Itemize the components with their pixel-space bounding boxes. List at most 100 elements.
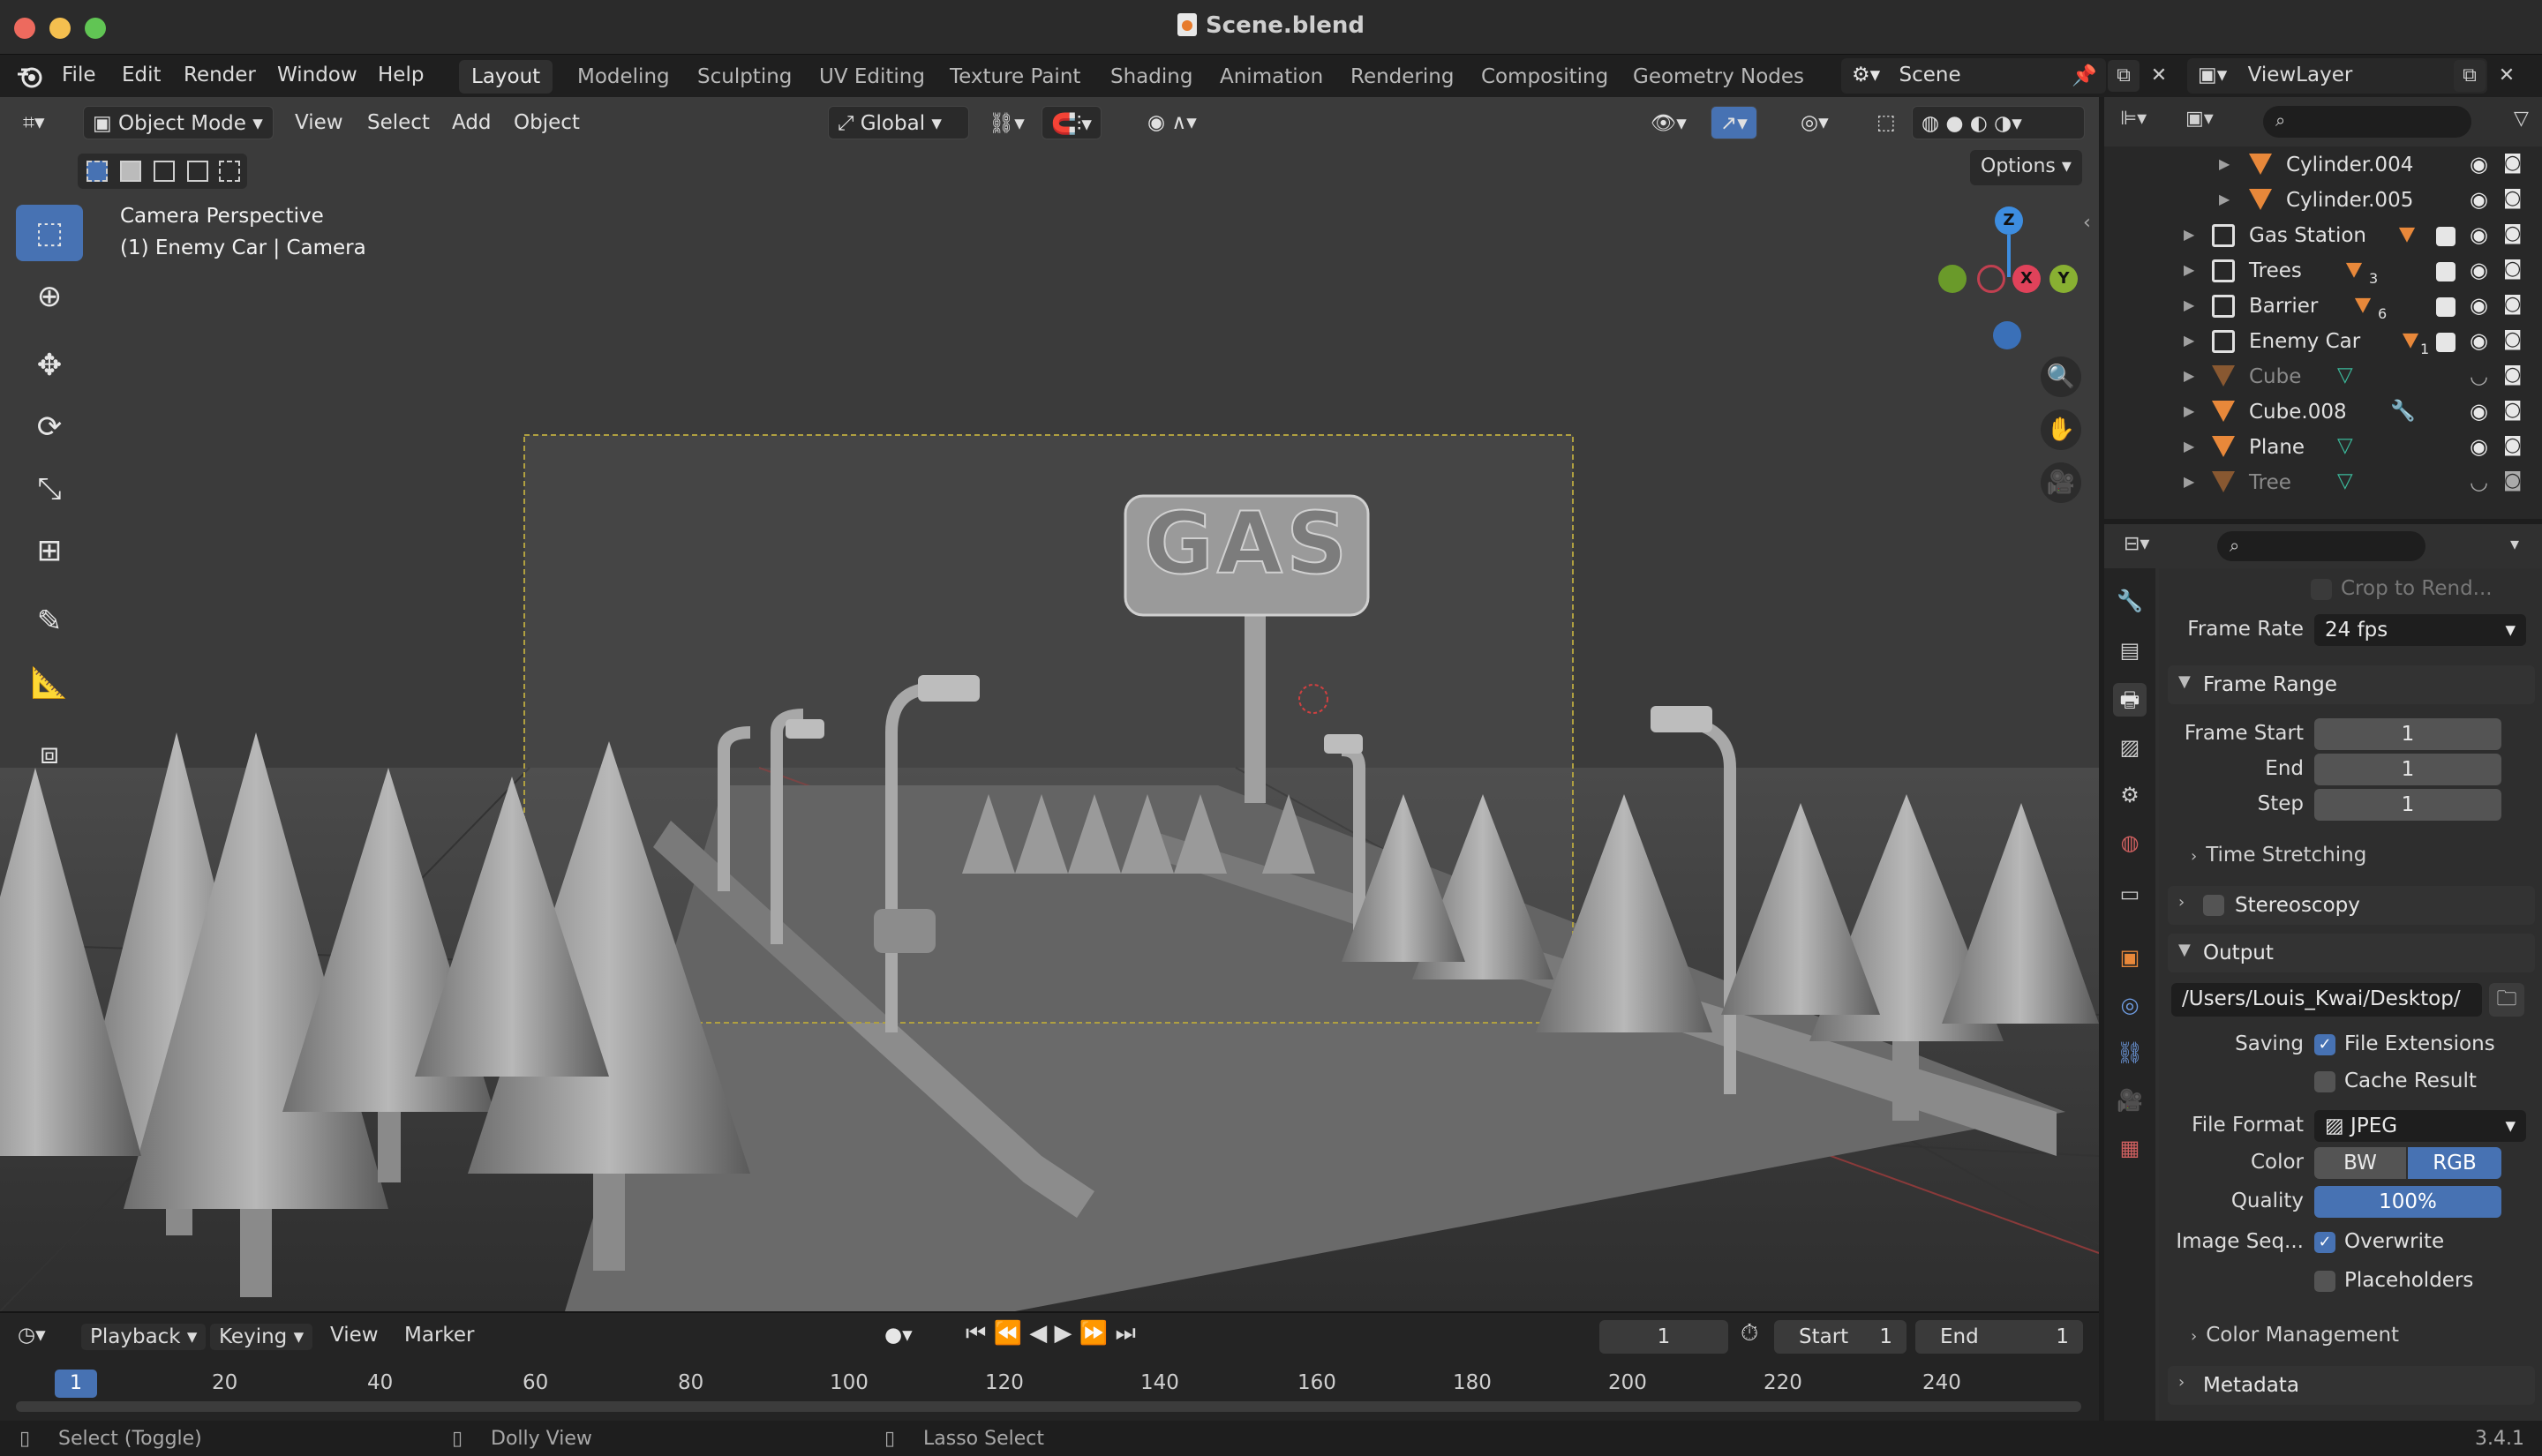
- camera-icon[interactable]: ◙: [2503, 152, 2522, 174]
- transform-tool-icon[interactable]: ⊞: [16, 522, 83, 579]
- output-tab-icon[interactable]: 🖶: [2113, 683, 2147, 717]
- viewport-menu-select[interactable]: Select: [358, 106, 439, 139]
- scene-tab-icon[interactable]: ⚙: [2113, 778, 2147, 812]
- eye-icon[interactable]: ◉: [2470, 258, 2488, 282]
- tab-modeling[interactable]: Modeling: [565, 60, 682, 94]
- new-view-layer-button[interactable]: ⧉: [2454, 60, 2486, 92]
- add-cube-tool-icon[interactable]: ⧈: [16, 725, 83, 782]
- frame-range-panel-header[interactable]: ▼ Frame Range: [2168, 665, 2535, 704]
- scene-selector[interactable]: ⚙▾ Scene 📌: [1841, 58, 2106, 94]
- collection-checkbox[interactable]: [2436, 262, 2456, 281]
- xray-toggle-button[interactable]: ⬚: [1868, 106, 1905, 139]
- timeline-menu-playback[interactable]: Playback ▾: [81, 1324, 207, 1350]
- gizmo-z-axis[interactable]: Z: [1995, 206, 2023, 235]
- camera-icon[interactable]: ◙: [2503, 222, 2522, 244]
- pan-hand-icon[interactable]: ✋: [2041, 409, 2081, 450]
- frame-end-field[interactable]: 1: [2314, 754, 2501, 785]
- folder-icon[interactable]: 🗀: [2489, 983, 2524, 1017]
- menu-window[interactable]: Window: [277, 64, 357, 86]
- new-scene-button[interactable]: ⧉: [2108, 60, 2140, 92]
- select-extend-icon[interactable]: [120, 161, 141, 182]
- cursor-tool-icon[interactable]: ⊕: [16, 268, 83, 325]
- tab-texture-paint[interactable]: Texture Paint: [937, 60, 1093, 94]
- timeline-editor[interactable]: ◷▾ Playback ▾ Keying ▾ View Marker ●▾ ⏮ …: [0, 1311, 2099, 1421]
- eye-icon[interactable]: ◉: [2470, 434, 2488, 459]
- eye-icon[interactable]: ◉: [2470, 293, 2488, 318]
- eye-icon[interactable]: ◉: [2470, 328, 2488, 353]
- eye-icon[interactable]: ◉: [2470, 399, 2488, 424]
- rotate-tool-icon[interactable]: ⟳: [16, 399, 83, 455]
- expand-arrow-icon[interactable]: ▶: [2219, 191, 2230, 207]
- end-frame-field[interactable]: End 1: [1915, 1320, 2083, 1354]
- start-frame-field[interactable]: Start 1: [1774, 1320, 1906, 1354]
- select-subtract-icon[interactable]: [154, 161, 175, 182]
- outliner-row[interactable]: ▶ Cube ▽ ◡ ◙: [2104, 360, 2542, 395]
- gizmo-neg-y-axis[interactable]: [1938, 265, 1967, 293]
- expand-arrow-icon[interactable]: ▶: [2184, 226, 2194, 243]
- stereoscopy-panel-header[interactable]: › Stereoscopy: [2168, 886, 2535, 925]
- pivot-point-button[interactable]: ⛓▾: [980, 106, 1034, 139]
- tab-layout[interactable]: Layout: [459, 60, 553, 94]
- camera-icon[interactable]: ◙: [2503, 364, 2522, 386]
- transform-orientation-dropdown[interactable]: ⤢ Global ▾: [828, 106, 969, 139]
- sidebar-toggle-icon[interactable]: ‹: [2083, 212, 2091, 234]
- select-invert-icon[interactable]: [187, 161, 208, 182]
- expand-arrow-icon[interactable]: ▶: [2184, 367, 2194, 384]
- current-frame-field[interactable]: 1: [1599, 1320, 1728, 1354]
- outliner-row[interactable]: ▶ Enemy Car 1 ◉ ◙: [2104, 325, 2542, 360]
- timeline-scrollbar[interactable]: [16, 1401, 2081, 1412]
- measure-tool-icon[interactable]: 📐: [16, 655, 83, 711]
- 3d-viewport[interactable]: GAS ⌗▾ ▣ Object Mode ▾ View Select Add O…: [0, 97, 2099, 1311]
- camera-icon[interactable]: ◙: [2503, 187, 2522, 209]
- shading-mode-buttons[interactable]: ◍ ● ◐ ◑▾: [1912, 106, 2085, 139]
- object-tab-icon[interactable]: ▣: [2113, 941, 2147, 974]
- file-format-dropdown[interactable]: ▨ JPEG ▾: [2314, 1110, 2526, 1142]
- render-tab-icon[interactable]: ▤: [2113, 634, 2147, 667]
- gizmo-neg-x-axis[interactable]: [1977, 265, 2005, 293]
- collection-checkbox[interactable]: [2436, 297, 2456, 317]
- delete-scene-button[interactable]: ✕: [2143, 60, 2175, 92]
- camera-icon[interactable]: ◙: [2503, 258, 2522, 280]
- editor-type-button[interactable]: ⌗▾: [14, 106, 54, 139]
- expand-arrow-icon[interactable]: ▶: [2184, 473, 2194, 490]
- timeline-menu-marker[interactable]: Marker: [404, 1324, 475, 1347]
- color-rgb-button[interactable]: RGB: [2408, 1147, 2501, 1179]
- overwrite-checkbox[interactable]: ✓: [2314, 1232, 2335, 1253]
- viewport-menu-object[interactable]: Object: [505, 106, 589, 139]
- gizmo-y-axis[interactable]: Y: [2049, 265, 2078, 293]
- record-keyframe-button[interactable]: ●▾: [884, 1324, 913, 1347]
- collection-tab-icon[interactable]: ▭: [2113, 877, 2147, 911]
- collection-checkbox[interactable]: [2436, 227, 2456, 246]
- expand-arrow-icon[interactable]: ▶: [2184, 402, 2194, 419]
- camera-view-icon[interactable]: 🎥: [2041, 462, 2081, 503]
- gizmo-toggle-button[interactable]: ↗▾: [1711, 106, 1757, 139]
- select-intersect-icon[interactable]: [219, 161, 240, 182]
- object-mode-dropdown[interactable]: ▣ Object Mode ▾: [83, 106, 274, 139]
- properties-search-input[interactable]: ⌕: [2217, 531, 2425, 561]
- filter-icon[interactable]: ▽: [2514, 108, 2529, 130]
- zoom-icon[interactable]: 🔍: [2041, 356, 2081, 397]
- eye-icon[interactable]: ◉: [2470, 222, 2488, 247]
- delete-view-layer-button[interactable]: ✕: [2491, 60, 2523, 92]
- view-layer-tab-icon[interactable]: ▨: [2113, 731, 2147, 764]
- camera-icon[interactable]: ◙: [2503, 399, 2522, 421]
- eye-icon[interactable]: ◉: [2470, 187, 2488, 212]
- menu-file[interactable]: File: [62, 64, 96, 86]
- overlay-toggle-button[interactable]: ◎▾: [1792, 106, 1838, 139]
- color-bw-button[interactable]: BW: [2314, 1147, 2406, 1179]
- view-layer-selector[interactable]: ▣▾ ViewLayer: [2187, 58, 2487, 94]
- tab-compositing[interactable]: Compositing: [1469, 60, 1621, 94]
- properties-panel[interactable]: ⊟▾ ⌕ ▾ 🔧 ▤ 🖶 ▨ ⚙ ◍ ▭ ▣ ◎ ⛓ 🎥 ▦ Crop to R…: [2104, 524, 2542, 1421]
- color-management-subpanel[interactable]: › Color Management: [2191, 1324, 2399, 1347]
- placeholders-checkbox[interactable]: [2314, 1271, 2335, 1292]
- camera-data-tab-icon[interactable]: 🎥: [2113, 1084, 2147, 1117]
- stopwatch-icon[interactable]: ⏱: [1741, 1320, 1758, 1347]
- tab-rendering[interactable]: Rendering: [1338, 60, 1466, 94]
- camera-icon[interactable]: ◙: [2503, 434, 2522, 456]
- outliner-row[interactable]: ▶ Trees 3 ◉ ◙: [2104, 254, 2542, 289]
- select-box-tool-icon[interactable]: ⬚: [16, 205, 83, 261]
- scale-tool-icon[interactable]: ⤡: [16, 461, 83, 517]
- output-path-input[interactable]: /Users/Louis_Kwai/Desktop/: [2171, 983, 2482, 1017]
- selection-mode-buttons[interactable]: [78, 154, 247, 189]
- outliner-row[interactable]: ▶ Tree ▽ ◡ ◙: [2104, 466, 2542, 501]
